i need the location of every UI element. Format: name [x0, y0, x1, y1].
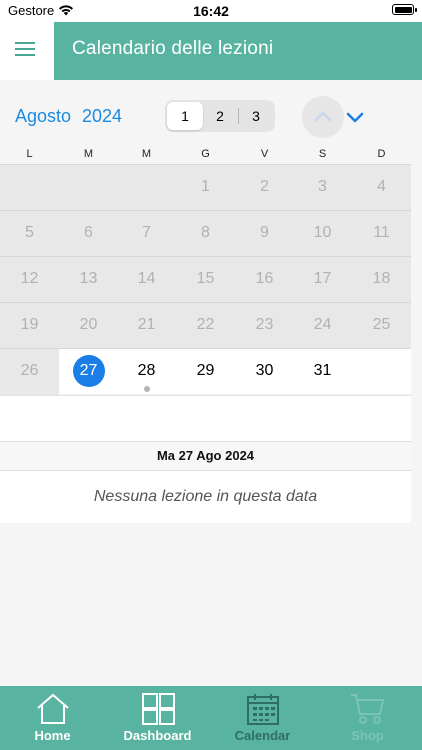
day-cell[interactable]: 20 — [59, 303, 118, 349]
day-cell[interactable]: 25 — [352, 303, 411, 349]
status-bar: Gestore 16:42 — [0, 0, 422, 22]
chevron-up-icon — [314, 111, 332, 122]
day-cell[interactable]: 19 — [0, 303, 59, 349]
hamburger-icon-line — [15, 48, 35, 50]
weekday-label: G — [201, 148, 210, 160]
weekday-header-row: L M M G V S D — [0, 148, 422, 164]
day-cell[interactable]: 7 — [117, 211, 176, 257]
calendar-icon — [247, 694, 279, 725]
day-cell[interactable]: 21 — [117, 303, 176, 349]
year-label[interactable]: 2024 — [82, 106, 122, 127]
battery-icon — [392, 4, 417, 15]
day-cell[interactable]: 16 — [235, 257, 294, 303]
event-dot — [144, 386, 150, 392]
day-cell[interactable]: 3 — [293, 165, 352, 211]
tab-label: Home — [34, 728, 71, 743]
day-cell-selected[interactable]: 27 — [59, 349, 118, 395]
day-cell[interactable]: 1 — [176, 165, 235, 211]
day-cell[interactable] — [59, 165, 118, 211]
hamburger-icon-line — [15, 54, 35, 56]
selected-date-header: Ma 27 Ago 2024 — [0, 441, 411, 471]
tab-shop[interactable]: Shop — [315, 686, 420, 750]
calendar-week-row: 1 2 3 4 — [0, 164, 411, 210]
day-cell[interactable]: 11 — [352, 211, 411, 257]
day-cell[interactable]: 9 — [235, 211, 294, 257]
bottom-tab-bar: Home Dashboard Calendar Shop — [0, 686, 422, 750]
day-cell[interactable]: 18 — [352, 257, 411, 303]
menu-button[interactable] — [0, 22, 54, 80]
day-cell[interactable]: 13 — [59, 257, 118, 303]
page-title: Calendario delle lezioni — [72, 38, 274, 59]
tab-calendar[interactable]: Calendar — [210, 686, 315, 750]
day-cell-with-event[interactable]: 28 — [117, 349, 176, 395]
weekday-label: M — [83, 148, 94, 160]
status-time: 16:42 — [193, 3, 229, 19]
month-navigation: Agosto 2024 1 2 3 — [0, 80, 422, 148]
day-cell[interactable]: 15 — [176, 257, 235, 303]
tab-dashboard[interactable]: Dashboard — [105, 686, 210, 750]
hamburger-icon — [15, 42, 35, 44]
day-cell[interactable] — [352, 349, 411, 395]
day-cell[interactable]: 26 — [0, 349, 59, 395]
day-cell[interactable]: 2 — [235, 165, 294, 211]
day-number: 28 — [137, 362, 156, 379]
day-cell[interactable]: 23 — [235, 303, 294, 349]
day-cell[interactable]: 30 — [235, 349, 294, 395]
calendar-week-row: 12 13 14 15 16 17 18 — [0, 256, 411, 302]
empty-state-message: Nessuna lezione in questa data — [0, 471, 411, 523]
weekday-label: M — [141, 148, 152, 160]
segment-option-2[interactable]: 2 — [202, 100, 238, 132]
calendar-week-row: 5 6 7 8 9 10 11 — [0, 210, 411, 256]
tab-label: Calendar — [234, 728, 291, 743]
calendar-week-row: 19 20 21 22 23 24 25 — [0, 302, 411, 348]
tab-label: Shop — [351, 728, 384, 743]
day-cell[interactable]: 10 — [293, 211, 352, 257]
app-header: Calendario delle lezioni — [0, 22, 422, 80]
tab-label: Dashboard — [123, 728, 192, 743]
cart-icon — [351, 694, 385, 724]
calendar-week-row-current: 26 27 28 29 30 31 — [0, 348, 411, 395]
day-cell[interactable]: 29 — [176, 349, 235, 395]
day-cell[interactable]: 4 — [352, 165, 411, 211]
day-number: 27 — [79, 362, 98, 379]
day-cell[interactable]: 12 — [0, 257, 59, 303]
day-cell[interactable]: 5 — [0, 211, 59, 257]
chevron-down-icon — [346, 112, 364, 123]
day-cell[interactable]: 31 — [293, 349, 352, 395]
weekday-label: S — [318, 148, 327, 160]
day-cell[interactable]: 22 — [176, 303, 235, 349]
week-count-segmented-control: 1 2 3 — [165, 100, 275, 132]
next-month-button[interactable] — [344, 106, 366, 128]
calendar-empty-row — [0, 395, 411, 441]
day-cell[interactable]: 8 — [176, 211, 235, 257]
tab-home[interactable]: Home — [0, 686, 105, 750]
day-cell[interactable]: 14 — [117, 257, 176, 303]
dashboard-icon — [142, 693, 175, 725]
previous-month-button[interactable] — [302, 96, 344, 138]
home-icon — [37, 693, 69, 724]
day-cell[interactable]: 24 — [293, 303, 352, 349]
weekday-label: L — [26, 148, 33, 160]
month-label[interactable]: Agosto — [15, 106, 71, 127]
day-cell[interactable] — [0, 165, 59, 211]
segment-option-3[interactable]: 3 — [238, 100, 274, 132]
day-cell[interactable]: 17 — [293, 257, 352, 303]
weekday-label: V — [260, 148, 269, 160]
day-cell[interactable] — [117, 165, 176, 211]
day-cell[interactable]: 6 — [59, 211, 118, 257]
segment-option-1[interactable]: 1 — [167, 102, 203, 130]
weekday-label: D — [377, 148, 386, 160]
